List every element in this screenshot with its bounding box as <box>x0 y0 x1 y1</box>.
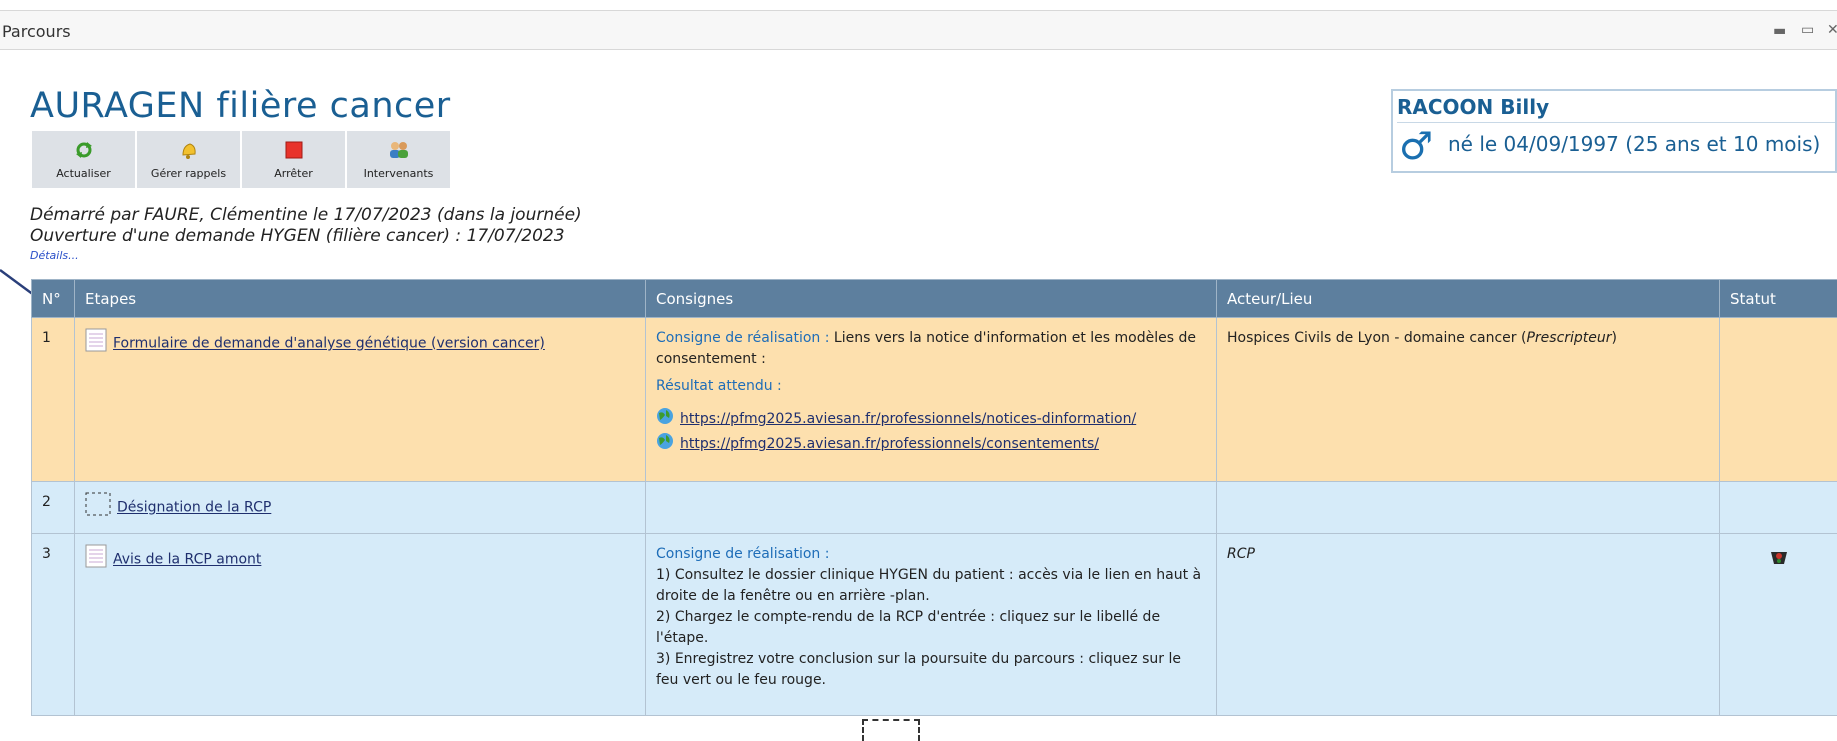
instruction-line: 3) Enregistrez votre conclusion sur la p… <box>656 649 1206 691</box>
url-line: https://pfmg2025.aviesan.fr/professionne… <box>656 407 1206 432</box>
step-cell: Avis de la RCP amont <box>75 534 646 716</box>
status-cell <box>1720 318 1837 482</box>
expected-result-label: Résultat attendu : <box>656 376 1206 397</box>
dashed-box-icon <box>862 719 920 741</box>
step-link[interactable]: Désignation de la RCP <box>117 500 271 516</box>
window-titlebar: Parcours ▬ ▭ ✕ <box>0 10 1837 50</box>
instruction-label: Consigne de réalisation : <box>656 330 829 346</box>
step-cell: Désignation de la RCP <box>75 482 646 534</box>
traffic-light-icon[interactable] <box>1769 548 1789 573</box>
maximize-icon[interactable]: ▭ <box>1801 22 1814 38</box>
step-cell: Formulaire de demande d'analyse génétiqu… <box>75 318 646 482</box>
step-link[interactable]: Formulaire de demande d'analyse génétiqu… <box>113 336 545 352</box>
row-number: 2 <box>32 482 75 534</box>
participants-label: Intervenants <box>364 167 434 180</box>
steps-table: N° Etapes Consignes Acteur/Lieu Statut 1… <box>31 279 1837 716</box>
status-cell <box>1720 534 1837 716</box>
actor-cell <box>1217 482 1720 534</box>
manage-reminders-label: Gérer rappels <box>151 167 226 180</box>
stop-label: Arrêter <box>274 167 313 180</box>
table-row: 3 Avis de la RCP amont Consigne de réali… <box>32 534 1837 716</box>
patient-name[interactable]: RACOON Billy <box>1397 95 1549 119</box>
instructions-cell: Consigne de réalisation : Liens vers la … <box>646 318 1217 482</box>
minimize-icon[interactable]: ▬ <box>1773 23 1786 39</box>
document-icon <box>85 544 107 575</box>
male-icon: ♂ <box>1399 126 1433 166</box>
patient-birthdate: né le 04/09/1997 (25 ans et 10 mois) <box>1448 132 1820 156</box>
patient-card: RACOON Billy ♂ né le 04/09/1997 (25 ans … <box>1391 89 1837 173</box>
participants-button[interactable]: Intervenants <box>347 131 450 188</box>
dashed-box-icon <box>85 492 111 523</box>
instructions-cell <box>646 482 1217 534</box>
manage-reminders-button[interactable]: Gérer rappels <box>137 131 240 188</box>
instruction-line: 1) Consultez le dossier clinique HYGEN d… <box>656 565 1206 607</box>
row-number: 3 <box>32 534 75 716</box>
actor-name: RCP <box>1227 546 1255 562</box>
url-link[interactable]: https://pfmg2025.aviesan.fr/professionne… <box>680 434 1099 455</box>
url-link[interactable]: https://pfmg2025.aviesan.fr/professionne… <box>680 409 1136 430</box>
actor-name: Hospices Civils de Lyon - domaine cancer <box>1227 330 1517 346</box>
col-actor-header: Acteur/Lieu <box>1217 280 1720 318</box>
actor-cell: Hospices Civils de Lyon - domaine cancer… <box>1217 318 1720 482</box>
col-instructions-header: Consignes <box>646 280 1217 318</box>
instruction-line: 2) Chargez le compte-rendu de la RCP d'e… <box>656 607 1206 649</box>
actor-cell: RCP <box>1217 534 1720 716</box>
instruction-label: Consigne de réalisation : <box>656 544 1206 565</box>
table-row: 2 Désignation de la RCP <box>32 482 1837 534</box>
status-cell <box>1720 482 1837 534</box>
stop-button[interactable]: Arrêter <box>242 131 345 188</box>
row-number: 1 <box>32 318 75 482</box>
table-row: 1 Formulaire de demande d'analyse généti… <box>32 318 1837 482</box>
globe-icon <box>656 432 674 457</box>
bell-icon <box>179 139 199 161</box>
actor-role: Prescripteur <box>1526 330 1611 346</box>
url-line: https://pfmg2025.aviesan.fr/professionne… <box>656 432 1206 457</box>
table-header-row: N° Etapes Consignes Acteur/Lieu Statut <box>32 280 1837 318</box>
step-link[interactable]: Avis de la RCP amont <box>113 552 261 568</box>
patient-divider <box>1397 122 1835 123</box>
instructions-cell: Consigne de réalisation : 1) Consultez l… <box>646 534 1217 716</box>
globe-icon <box>656 407 674 432</box>
document-icon <box>85 328 107 359</box>
col-steps-header: Etapes <box>75 280 646 318</box>
col-status-header: Statut <box>1720 280 1837 318</box>
close-icon[interactable]: ✕ <box>1827 22 1837 38</box>
stop-icon <box>285 139 303 161</box>
users-icon <box>388 139 410 161</box>
col-number-header: N° <box>32 280 75 318</box>
